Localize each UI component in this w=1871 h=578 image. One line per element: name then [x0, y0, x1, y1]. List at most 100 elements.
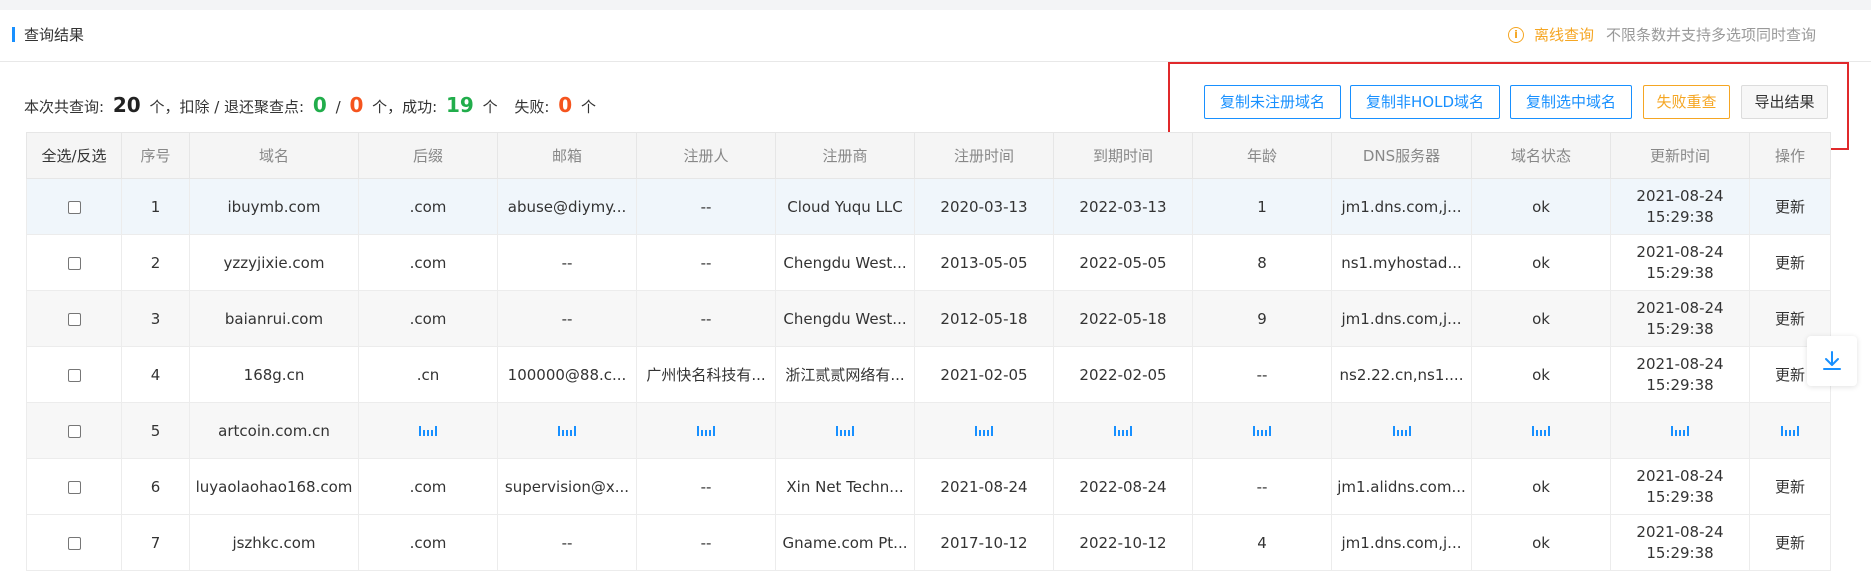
results-table-wrapper: 全选/反选 序号 域名 后缀 邮箱 注册人 注册商 注册时间 到期时间 年龄 DNS服务器 域名状态更… — [26, 132, 1831, 571]
row-checkbox[interactable] — [67, 256, 81, 270]
loading-cell — [358, 402, 498, 459]
update-action[interactable]: 更新 — [1749, 458, 1831, 515]
reg-date-cell: 2020-03-13 — [914, 178, 1054, 235]
column-header: 域名 — [189, 132, 359, 179]
update-action[interactable]: 更新 — [1749, 178, 1831, 235]
update-clock: 15:29:38 — [1646, 207, 1714, 226]
offline-query-link[interactable]: 离线查询 — [1534, 25, 1594, 45]
email-cell: -- — [497, 290, 637, 347]
loading-spinner-icon — [1114, 422, 1132, 436]
copy-selected-button[interactable]: 复制选中域名 — [1510, 85, 1632, 119]
update-action[interactable]: 更新 — [1749, 514, 1831, 571]
header-accent-bar — [12, 27, 15, 42]
row-checkbox[interactable] — [67, 480, 81, 494]
email-cell: abuse@diymy... — [497, 178, 637, 235]
update-clock: 15:29:38 — [1646, 263, 1714, 282]
registrant-cell: -- — [636, 234, 776, 291]
row-checkbox[interactable] — [67, 312, 81, 326]
dns-cell: ns2.22.cn,ns1.... — [1331, 346, 1472, 403]
copy-unregistered-button[interactable]: 复制未注册域名 — [1204, 85, 1341, 119]
exp-date-cell: 2022-02-05 — [1053, 346, 1193, 403]
update-action[interactable]: 更新 — [1749, 234, 1831, 291]
select-all-toggle[interactable]: 全选/反选 — [26, 132, 122, 179]
column-header: 年龄 — [1192, 132, 1332, 179]
update-time-cell: 2021-08-24 15:29:38 — [1610, 514, 1750, 571]
info-circle-icon: i — [1508, 27, 1524, 43]
loading-cell — [1749, 402, 1831, 459]
table-row: 7 jszhkc.com .com -- -- Gname.com Pt... 2017-1… — [26, 514, 1831, 571]
panel-header: 查询结果 i 离线查询 不限条数并支持多选项同时查询 — [0, 10, 1871, 62]
row-checkbox[interactable] — [67, 368, 81, 382]
exp-date-cell: 2022-03-13 — [1053, 178, 1193, 235]
age-cell: -- — [1192, 346, 1332, 403]
column-header: 更新时间 — [1610, 132, 1750, 179]
column-header: 域名状态 — [1471, 132, 1611, 179]
loading-cell — [1192, 402, 1332, 459]
status-cell: ok — [1471, 458, 1611, 515]
results-table: 全选/反选 序号 域名 后缀 邮箱 注册人 注册商 注册时间 到期时间 年龄 DNS服务器 域名状态更… — [26, 132, 1831, 571]
update-time-cell: 2021-08-24 15:29:38 — [1610, 458, 1750, 515]
index-cell: 5 — [121, 402, 190, 459]
row-checkbox-cell — [26, 458, 122, 515]
column-header: 注册人 — [636, 132, 776, 179]
update-clock: 15:29:38 — [1646, 487, 1714, 506]
loading-spinner-icon — [836, 422, 854, 436]
export-results-button[interactable]: 导出结果 — [1741, 85, 1828, 119]
row-checkbox[interactable] — [67, 200, 81, 214]
index-cell: 1 — [121, 178, 190, 235]
loading-cell — [1471, 402, 1611, 459]
summary-unit-1: 个，扣除 / 退还聚查点: — [149, 98, 305, 116]
status-cell: ok — [1471, 178, 1611, 235]
suffix-cell: .com — [358, 458, 498, 515]
loading-cell — [497, 402, 637, 459]
summary-unit-4: 个 — [580, 98, 596, 116]
registrar-cell: Xin Net Techn... — [775, 458, 915, 515]
suffix-cell: .com — [358, 178, 498, 235]
scroll-download-button[interactable] — [1807, 336, 1857, 386]
age-cell: -- — [1192, 458, 1332, 515]
summary-unit-3: 个 — [482, 98, 498, 116]
table-row: 2 yzzyjixie.com .com -- -- Chengdu West... 201… — [26, 234, 1831, 291]
registrar-cell: Chengdu West... — [775, 234, 915, 291]
registrar-cell: Chengdu West... — [775, 290, 915, 347]
retry-failed-button[interactable]: 失败重查 — [1643, 85, 1730, 119]
domain-cell: yzzyjixie.com — [189, 234, 359, 291]
registrant-cell: -- — [636, 290, 776, 347]
age-cell: 9 — [1192, 290, 1332, 347]
exp-date-cell: 2022-08-24 — [1053, 458, 1193, 515]
loading-spinner-icon — [1392, 422, 1411, 436]
row-checkbox[interactable] — [67, 424, 81, 438]
row-checkbox[interactable] — [67, 536, 81, 550]
suffix-cell: .com — [358, 514, 498, 571]
dns-cell: ns1.myhostad... — [1331, 234, 1472, 291]
top-background-band — [0, 0, 1871, 10]
table-row: 1 ibuymb.com .com abuse@diymy... -- Cloud Yuq… — [26, 178, 1831, 235]
loading-spinner-icon — [1781, 422, 1799, 436]
exp-date-cell: 2022-05-18 — [1053, 290, 1193, 347]
loading-spinner-icon — [1671, 422, 1689, 436]
copy-non-hold-button[interactable]: 复制非HOLD域名 — [1350, 85, 1500, 119]
update-clock: 15:29:38 — [1646, 543, 1714, 562]
loading-spinner-icon — [975, 422, 993, 436]
update-clock: 15:29:38 — [1646, 319, 1714, 338]
exp-date-cell: 2022-05-05 — [1053, 234, 1193, 291]
registrar-cell: Cloud Yuqu LLC — [775, 178, 915, 235]
status-cell: ok — [1471, 290, 1611, 347]
email-cell: -- — [497, 514, 637, 571]
update-time-cell: 2021-08-24 15:29:38 — [1610, 234, 1750, 291]
loading-cell — [636, 402, 776, 459]
loading-cell — [1053, 402, 1193, 459]
column-header: 邮箱 — [497, 132, 637, 179]
exp-date-cell: 2022-10-12 — [1053, 514, 1193, 571]
summary-total-count: 20 — [112, 93, 141, 117]
summary-refunded-count: 0 — [349, 93, 364, 117]
loading-cell — [1610, 402, 1750, 459]
domain-cell: baianrui.com — [189, 290, 359, 347]
update-date: 2021-08-24 — [1636, 242, 1724, 261]
loading-cell — [1331, 402, 1472, 459]
summary-fail-count: 0 — [558, 93, 573, 117]
row-checkbox-cell — [26, 402, 122, 459]
registrant-cell: -- — [636, 458, 776, 515]
column-header: 序号 — [121, 132, 190, 179]
age-cell: 8 — [1192, 234, 1332, 291]
